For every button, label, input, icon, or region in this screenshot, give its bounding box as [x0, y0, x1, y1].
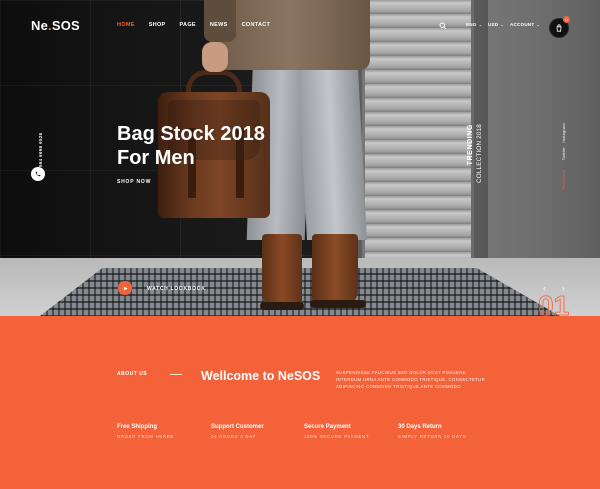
nav-contact[interactable]: CONTACT: [242, 22, 271, 28]
phone-icon: [35, 171, 41, 177]
nav-page[interactable]: PAGE: [180, 22, 196, 28]
phone-number: 564 6666 6526: [38, 132, 43, 167]
play-icon: [123, 286, 127, 290]
chevron-down-icon: ⌄: [478, 22, 483, 27]
site-header: Ne.SOS HOME SHOP PAGE NEWS CONTACT ENG ⌄ …: [0, 0, 600, 54]
welcome-section: ABOUT US Wellcome to NeSOS SUSPENDISSE F…: [0, 316, 600, 489]
hero-title-line2: For Men: [117, 147, 195, 169]
slide-number: 01: [538, 290, 570, 316]
cart-count-badge: 0: [563, 16, 570, 23]
nav-shop[interactable]: SHOP: [149, 22, 166, 28]
social-facebook[interactable]: Facebook: [562, 170, 566, 189]
phone-button[interactable]: [31, 167, 45, 181]
welcome-text: SUSPENDISSE FAUCIBUS SED DOLOR EGET POSU…: [336, 370, 486, 389]
logo-part-sos: SOS: [51, 18, 80, 33]
watch-lookbook-button[interactable]: [118, 281, 132, 295]
currency-selector[interactable]: USD ⌄: [488, 22, 504, 27]
feature-30-days-return: 30 Days Return SIMPLY RETURN 30 DAYS: [398, 424, 466, 439]
chevron-down-icon: ⌄: [536, 22, 540, 27]
boot-sole-right: [310, 300, 366, 308]
hero-title: Bag Stock 2018 For Men: [117, 122, 317, 170]
social-instagram[interactable]: Instagram: [562, 123, 566, 143]
about-divider: [170, 374, 182, 375]
feature-title: 30 Days Return: [398, 424, 442, 430]
nav-home[interactable]: HOME: [117, 22, 135, 28]
collection-label: COLLECTION 2018: [476, 124, 483, 183]
currency-value: USD: [488, 22, 499, 27]
logo-part-ne: Ne: [31, 18, 49, 33]
cart-icon: [556, 24, 562, 32]
social-twitter[interactable]: Twitter: [562, 147, 566, 160]
model-boot-left: [262, 234, 302, 310]
watch-lookbook-label[interactable]: WATCH LOOKBOOK: [147, 286, 206, 292]
logo[interactable]: Ne.SOS: [31, 18, 80, 33]
search-icon[interactable]: [439, 22, 447, 30]
feature-subtitle: SIMPLY RETURN 30 DAYS: [398, 434, 467, 439]
feature-subtitle: 24 HOURS A DAY: [211, 434, 257, 439]
account-selector[interactable]: ACCOUNT ⌄: [510, 22, 540, 27]
language-value: ENG: [466, 22, 477, 27]
welcome-title: Wellcome to NeSOS: [201, 369, 321, 383]
feature-secure-payment: Secure Payment 100% SECURE PAYMENT: [304, 424, 369, 439]
feature-title: Secure Payment: [304, 424, 351, 430]
about-us-label: ABOUT US: [117, 371, 148, 377]
boot-sole-left: [260, 302, 304, 310]
chevron-down-icon: ⌄: [500, 22, 504, 27]
feature-free-shipping: Free Shipping ORDER FROM HEREE: [117, 424, 174, 439]
language-selector[interactable]: ENG ⌄: [466, 22, 482, 27]
nav-news[interactable]: NEWS: [210, 22, 228, 28]
model-boot-right: [312, 234, 358, 308]
feature-title: Support Customer: [211, 424, 264, 430]
trending-label: TRENDING: [467, 124, 474, 166]
account-value: ACCOUNT: [510, 22, 535, 27]
main-nav: HOME SHOP PAGE NEWS CONTACT: [117, 22, 284, 28]
feature-subtitle: 100% SECURE PAYMENT: [304, 434, 370, 439]
feature-title: Free Shipping: [117, 424, 158, 430]
shop-now-link[interactable]: SHOP NOW: [117, 179, 151, 185]
feature-subtitle: ORDER FROM HEREE: [117, 434, 175, 439]
feature-support-customer: Support Customer 24 HOURS A DAY: [211, 424, 264, 439]
hero-title-line1: Bag Stock 2018: [117, 123, 265, 145]
